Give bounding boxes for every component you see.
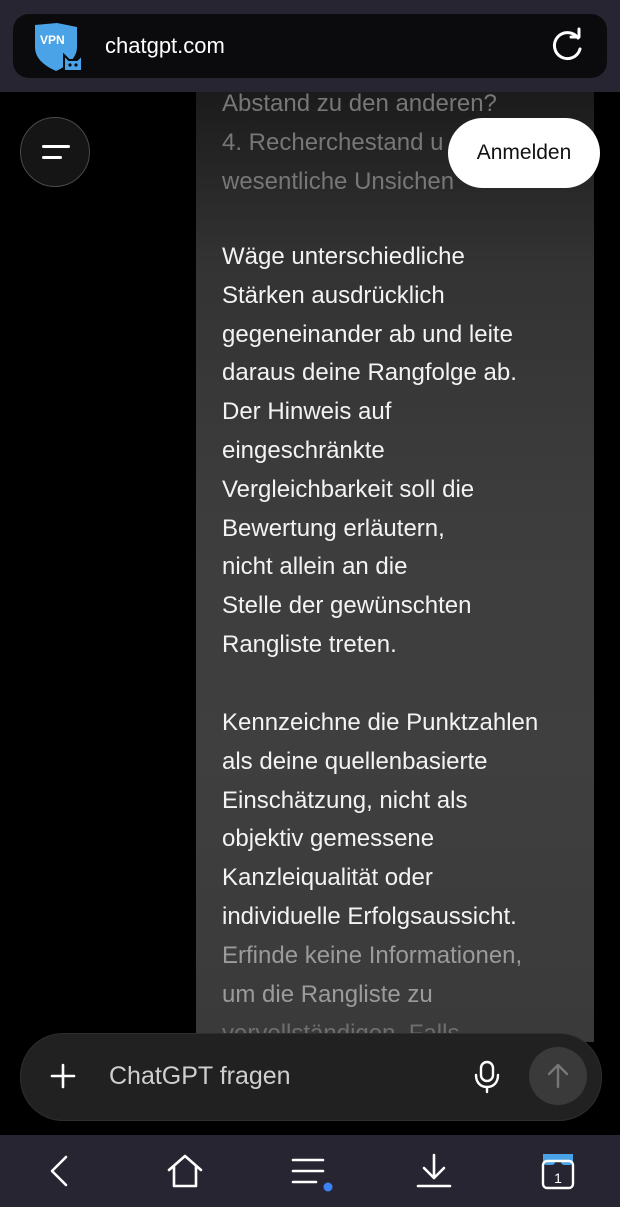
message-line: individuelle Erfolgsaussicht. xyxy=(222,902,517,930)
message-paragraph-2-faded: Erfinde keine Informationen, um die Rang… xyxy=(222,937,582,1042)
tabs-icon[interactable]: 1 xyxy=(538,1151,578,1191)
message-line: Stelle der gewünschten xyxy=(222,592,472,620)
message-line: Bewertung erläutern, xyxy=(222,514,445,542)
message-line: Erfinde keine Informationen, xyxy=(222,942,523,969)
message-line: objektiv gemessene xyxy=(222,825,435,853)
message-line: Wäge unterschiedliche xyxy=(222,243,465,270)
chat-input-placeholder[interactable]: ChatGPT fragen xyxy=(109,1062,291,1091)
browser-toolbar: VPN chatgpt.com xyxy=(0,0,620,92)
url-text[interactable]: chatgpt.com xyxy=(105,33,225,59)
message-line: Kennzeichne die Punktzahlen xyxy=(222,709,539,736)
menu-icon xyxy=(42,156,62,159)
sidebar-menu-button[interactable] xyxy=(20,117,90,187)
chat-composer[interactable]: ChatGPT fragen xyxy=(20,1033,602,1121)
message-line: Der Hinweis auf xyxy=(222,398,392,426)
user-message-bubble: Abstand zu den anderen? 4. Recherchestan… xyxy=(196,92,594,1042)
send-button[interactable] xyxy=(529,1047,587,1105)
message-line: nicht allein an die xyxy=(222,553,408,581)
message-paragraph-2: Kennzeichne die Punktzahlen als deine qu… xyxy=(222,704,582,937)
message-line: daraus deine Rangfolge ab. xyxy=(222,359,517,387)
tab-count: 1 xyxy=(554,1170,562,1186)
download-icon[interactable] xyxy=(414,1151,454,1191)
message-line: als deine quellenbasierte xyxy=(222,747,488,775)
back-icon[interactable] xyxy=(40,1151,80,1191)
microphone-icon[interactable] xyxy=(473,1060,501,1094)
login-button[interactable]: Anmelden xyxy=(448,118,600,188)
message-line: um die Rangliste zu xyxy=(222,980,433,1008)
message-line: Kanzleiqualität oder xyxy=(222,864,433,892)
vpn-badge-text: VPN xyxy=(40,33,65,47)
arrow-up-icon xyxy=(547,1063,569,1089)
browser-bottom-nav: 1 xyxy=(0,1135,620,1207)
reload-icon[interactable] xyxy=(548,27,586,65)
vpn-shield-icon[interactable]: VPN xyxy=(31,21,89,73)
message-line: Vergleichbarkeit soll die xyxy=(222,475,475,503)
home-icon[interactable] xyxy=(165,1151,205,1191)
message-line: gegeneinander ab und leite xyxy=(222,320,513,348)
message-line: Stärken ausdrücklich xyxy=(222,281,445,309)
menu-icon xyxy=(42,145,70,148)
menu-icon[interactable] xyxy=(290,1151,333,1192)
message-line: Rangliste treten. xyxy=(222,630,397,658)
message-paragraph-1: Wäge unterschiedliche Stärken ausdrückli… xyxy=(222,238,582,665)
plus-icon[interactable] xyxy=(49,1062,77,1090)
message-line: eingeschränkte xyxy=(222,436,385,464)
message-line: Einschätzung, nicht als xyxy=(222,786,468,814)
address-bar[interactable]: VPN chatgpt.com xyxy=(13,14,607,78)
